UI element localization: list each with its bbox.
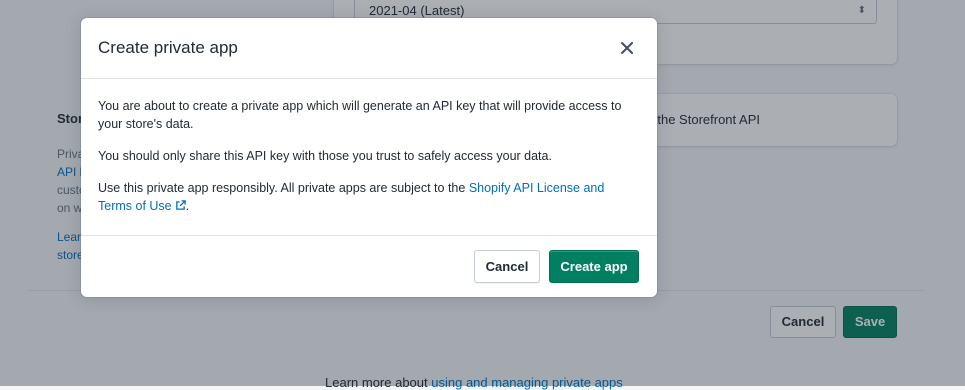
modal-header: Create private app [81,18,657,79]
close-icon [621,42,633,54]
modal-paragraph-3: Use this private app responsibly. All pr… [98,179,640,215]
modal-cancel-button[interactable]: Cancel [474,250,540,283]
create-private-app-modal: Create private app You are about to crea… [81,18,657,297]
modal-footer-divider [81,235,657,236]
paragraph-3-prefix: Use this private app responsibly. All pr… [98,181,469,195]
create-app-button[interactable]: Create app [549,250,639,283]
modal-paragraph-2: You should only share this API key with … [98,149,552,163]
modal-body: You are about to create a private app wh… [98,80,640,215]
modal-paragraph-1: You are about to create a private app wh… [98,99,622,131]
modal-title: Create private app [98,38,238,57]
close-button[interactable] [617,38,637,58]
external-link-icon [175,200,186,210]
paragraph-3-suffix: . [185,199,190,213]
